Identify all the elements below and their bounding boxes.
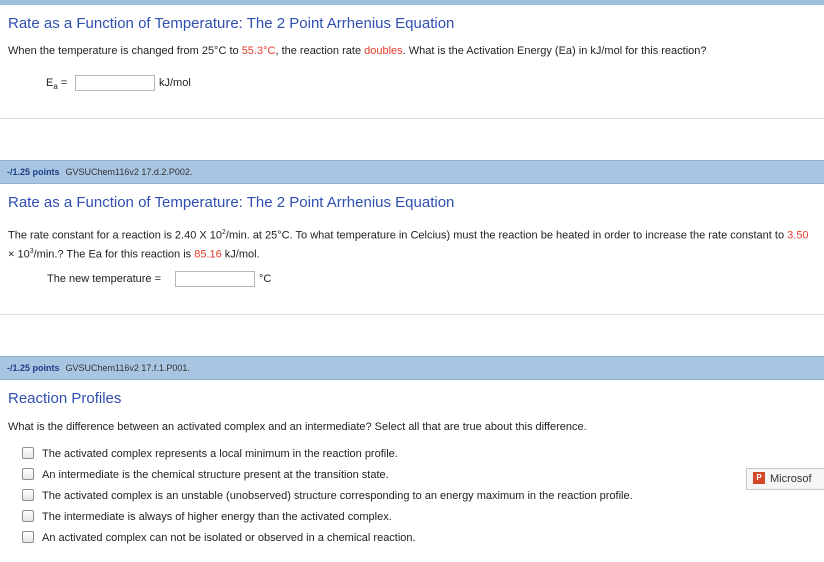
q1-separator xyxy=(0,118,824,119)
powerpoint-icon: P xyxy=(753,472,765,485)
q1-unit-label: kJ/mol xyxy=(159,77,191,89)
q1-question-text: When the temperature is changed from 25°… xyxy=(8,45,707,57)
q2-title: Rate as a Function of Temperature: The 2… xyxy=(8,194,455,211)
q3-question-text: What is the difference between an activa… xyxy=(8,421,587,433)
q1-doubles-text: doubles xyxy=(364,45,403,57)
q1-title: Rate as a Function of Temperature: The 2… xyxy=(8,15,455,32)
top-section-bar xyxy=(0,0,824,5)
q1-temp-value: 55.3°C xyxy=(241,45,276,57)
q2-question-text: The rate constant for a reaction is 2.40… xyxy=(8,229,809,261)
q3-option-2-checkbox[interactable] xyxy=(22,468,34,481)
q1-ea-input[interactable] xyxy=(75,75,155,91)
q2-ea-value: 85.16 xyxy=(194,248,222,261)
q3-points: -/1.25 points xyxy=(7,363,60,373)
q2-rate-value: 3.50 xyxy=(787,229,809,242)
q2-unit-label: °C xyxy=(259,273,272,285)
q2-code: GVSUChem116v2 17.d.2.P002. xyxy=(65,167,193,177)
q3-option-2[interactable]: An intermediate is the chemical structur… xyxy=(22,468,389,482)
q3-title: Reaction Profiles xyxy=(8,390,122,407)
q1-ea-label: Ea = xyxy=(46,77,68,92)
q2-temp-label: The new temperature = xyxy=(47,273,162,285)
q3-option-1-checkbox[interactable] xyxy=(22,447,34,460)
q3-points-bar: -/1.25 points GVSUChem116v2 17.f.1.P001. xyxy=(0,356,824,380)
q3-code: GVSUChem116v2 17.f.1.P001. xyxy=(65,363,190,373)
q3-option-5[interactable]: An activated complex can not be isolated… xyxy=(22,531,416,545)
q3-option-1[interactable]: The activated complex represents a local… xyxy=(22,447,398,461)
q3-option-3[interactable]: The activated complex is an unstable (un… xyxy=(22,489,633,503)
q2-points: -/1.25 points xyxy=(7,167,60,177)
q2-temp-input[interactable] xyxy=(175,271,255,287)
q3-option-4[interactable]: The intermediate is always of higher ene… xyxy=(22,510,392,524)
office-app-button[interactable]: P Microsof xyxy=(746,468,824,490)
q3-option-3-checkbox[interactable] xyxy=(22,489,34,502)
q3-option-5-checkbox[interactable] xyxy=(22,531,34,544)
q3-option-4-checkbox[interactable] xyxy=(22,510,34,523)
q2-separator xyxy=(0,314,824,315)
q2-points-bar: -/1.25 points GVSUChem116v2 17.d.2.P002. xyxy=(0,160,824,184)
